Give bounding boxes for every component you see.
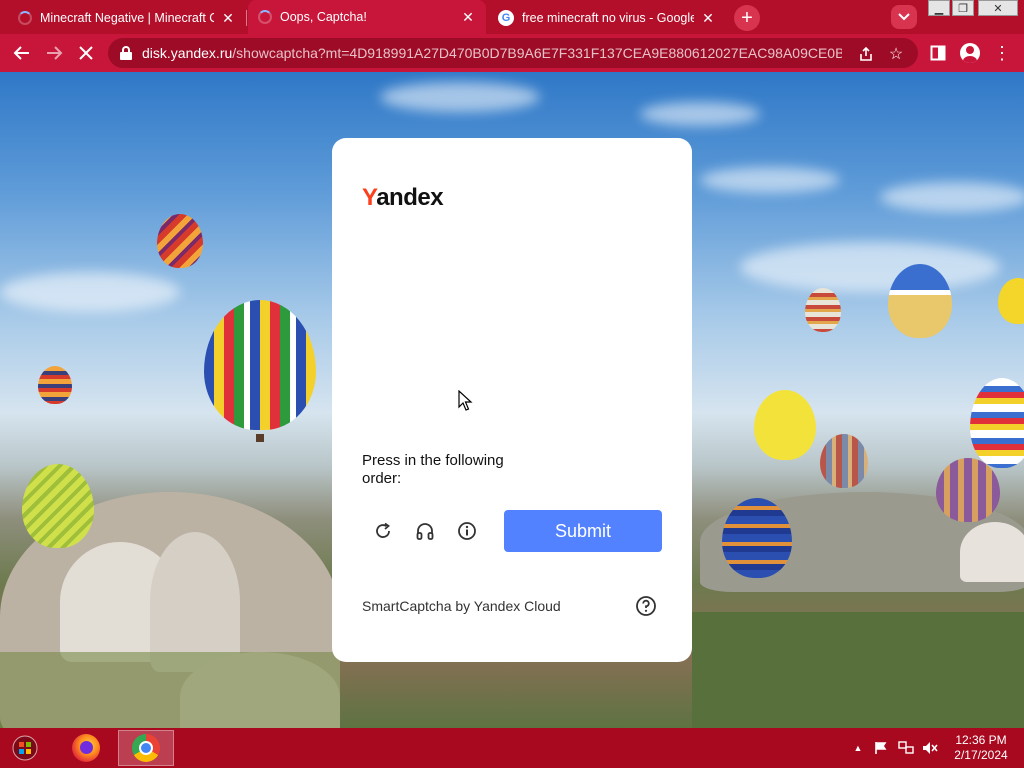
tab-title: Minecraft Negative | Minecraft C	[40, 11, 214, 25]
captcha-instruction: Press in the following order:	[362, 452, 504, 487]
balloon-basket	[256, 434, 264, 442]
loading-spinner-icon	[18, 11, 32, 25]
rock-formation	[150, 532, 240, 672]
rock-formation	[960, 522, 1024, 582]
show-hidden-icons-button[interactable]: ▲	[850, 740, 866, 756]
windows-taskbar: ▲ 12:36 PM 2/17/2024	[0, 728, 1024, 768]
tab-google-search[interactable]: G free minecraft no virus - Google ✕	[488, 2, 726, 34]
share-icon[interactable]	[856, 44, 876, 64]
help-button[interactable]	[634, 594, 658, 618]
cloud	[700, 167, 840, 193]
submit-button[interactable]: Submit	[504, 510, 662, 552]
volume-muted-icon[interactable]	[922, 740, 938, 756]
close-tab-icon[interactable]: ✕	[220, 10, 236, 26]
system-clock[interactable]: 12:36 PM 2/17/2024	[946, 733, 1016, 763]
bookmark-star-icon[interactable]: ☆	[886, 44, 906, 64]
windows-start-icon	[12, 735, 38, 761]
tab-title: free minecraft no virus - Google	[522, 11, 694, 25]
arrow-left-icon	[13, 46, 29, 60]
taskbar-firefox[interactable]	[58, 730, 114, 766]
arrow-right-icon	[47, 46, 63, 60]
new-tab-button[interactable]: +	[734, 5, 760, 31]
back-button[interactable]	[8, 39, 36, 67]
clock-time: 12:36 PM	[955, 733, 1007, 747]
hot-air-balloon	[998, 278, 1024, 324]
forward-button[interactable]	[40, 39, 68, 67]
chevron-down-icon	[898, 13, 910, 21]
lock-icon[interactable]	[120, 46, 132, 60]
yandex-logo: Yandex	[362, 184, 444, 211]
cloud	[640, 102, 760, 126]
refresh-captcha-button[interactable]	[372, 520, 394, 542]
side-panel-button[interactable]	[924, 39, 952, 67]
hot-air-balloon	[157, 214, 203, 268]
cloud	[740, 242, 1000, 292]
hot-air-balloon	[805, 288, 841, 332]
restore-window-button[interactable]: ❐	[952, 0, 974, 16]
close-icon	[79, 46, 93, 60]
hot-air-balloon	[38, 366, 72, 404]
chrome-icon	[132, 734, 160, 762]
tab-strip: Minecraft Negative | Minecraft C ✕ Oops,…	[0, 0, 1024, 34]
google-icon: G	[498, 10, 514, 26]
hot-air-balloon	[936, 458, 1000, 522]
info-icon	[458, 522, 476, 540]
profile-button[interactable]	[956, 39, 984, 67]
url-text[interactable]: disk.yandex.ru/showcaptcha?mt=4D918991A2…	[142, 45, 842, 61]
smartcaptcha-credit: SmartCaptcha by Yandex Cloud	[362, 598, 561, 614]
url-host: disk.yandex.ru	[142, 45, 233, 61]
firefox-icon	[72, 734, 100, 762]
tab-separator	[246, 10, 247, 26]
hot-air-balloon	[888, 264, 952, 338]
info-button[interactable]	[456, 520, 478, 542]
headphones-icon	[416, 523, 434, 540]
network-icon[interactable]	[898, 740, 914, 756]
close-window-button[interactable]: ✕	[978, 0, 1018, 16]
audio-captcha-button[interactable]	[414, 520, 436, 542]
browser-toolbar: disk.yandex.ru/showcaptcha?mt=4D918991A2…	[0, 34, 1024, 72]
action-center-flag-icon[interactable]	[873, 740, 889, 756]
clock-date: 2/17/2024	[954, 748, 1008, 762]
close-tab-icon[interactable]: ✕	[460, 9, 476, 25]
tab-minecraft-negative[interactable]: Minecraft Negative | Minecraft C ✕	[8, 2, 246, 34]
refresh-icon	[376, 522, 390, 538]
tab-search-button[interactable]	[891, 5, 917, 29]
tab-title: Oops, Captcha!	[280, 10, 367, 24]
cloud	[0, 272, 180, 312]
hot-air-balloon	[722, 498, 792, 578]
address-bar[interactable]: disk.yandex.ru/showcaptcha?mt=4D918991A2…	[108, 38, 918, 68]
minimize-window-button[interactable]: ▁	[928, 0, 950, 16]
close-tab-icon[interactable]: ✕	[700, 10, 716, 26]
captcha-card: Yandex Press in the following order: Sub…	[332, 138, 692, 662]
side-panel-icon	[930, 45, 946, 61]
taskbar-chrome[interactable]	[118, 730, 174, 766]
green-valley	[692, 612, 1024, 728]
cloud	[380, 82, 540, 112]
mouse-pointer-icon	[458, 390, 473, 411]
hot-air-balloon	[22, 464, 94, 548]
start-button[interactable]	[8, 732, 42, 764]
hot-air-balloon	[754, 390, 816, 460]
tab-oops-captcha[interactable]: Oops, Captcha! ✕	[248, 0, 486, 34]
browser-menu-button[interactable]: ⋮	[988, 39, 1016, 67]
loading-spinner-icon	[258, 10, 272, 24]
url-path: /showcaptcha?mt=4D918991A27D470B0D7B9A6E…	[232, 45, 842, 61]
cloud	[880, 182, 1024, 212]
stop-loading-button[interactable]	[72, 39, 100, 67]
hot-air-balloon	[204, 300, 316, 430]
page-background: Yandex Press in the following order: Sub…	[0, 72, 1024, 728]
green-valley	[0, 652, 340, 728]
question-icon	[636, 596, 656, 616]
hot-air-balloon	[820, 434, 868, 488]
avatar-icon	[960, 43, 980, 63]
hot-air-balloon	[970, 378, 1024, 468]
